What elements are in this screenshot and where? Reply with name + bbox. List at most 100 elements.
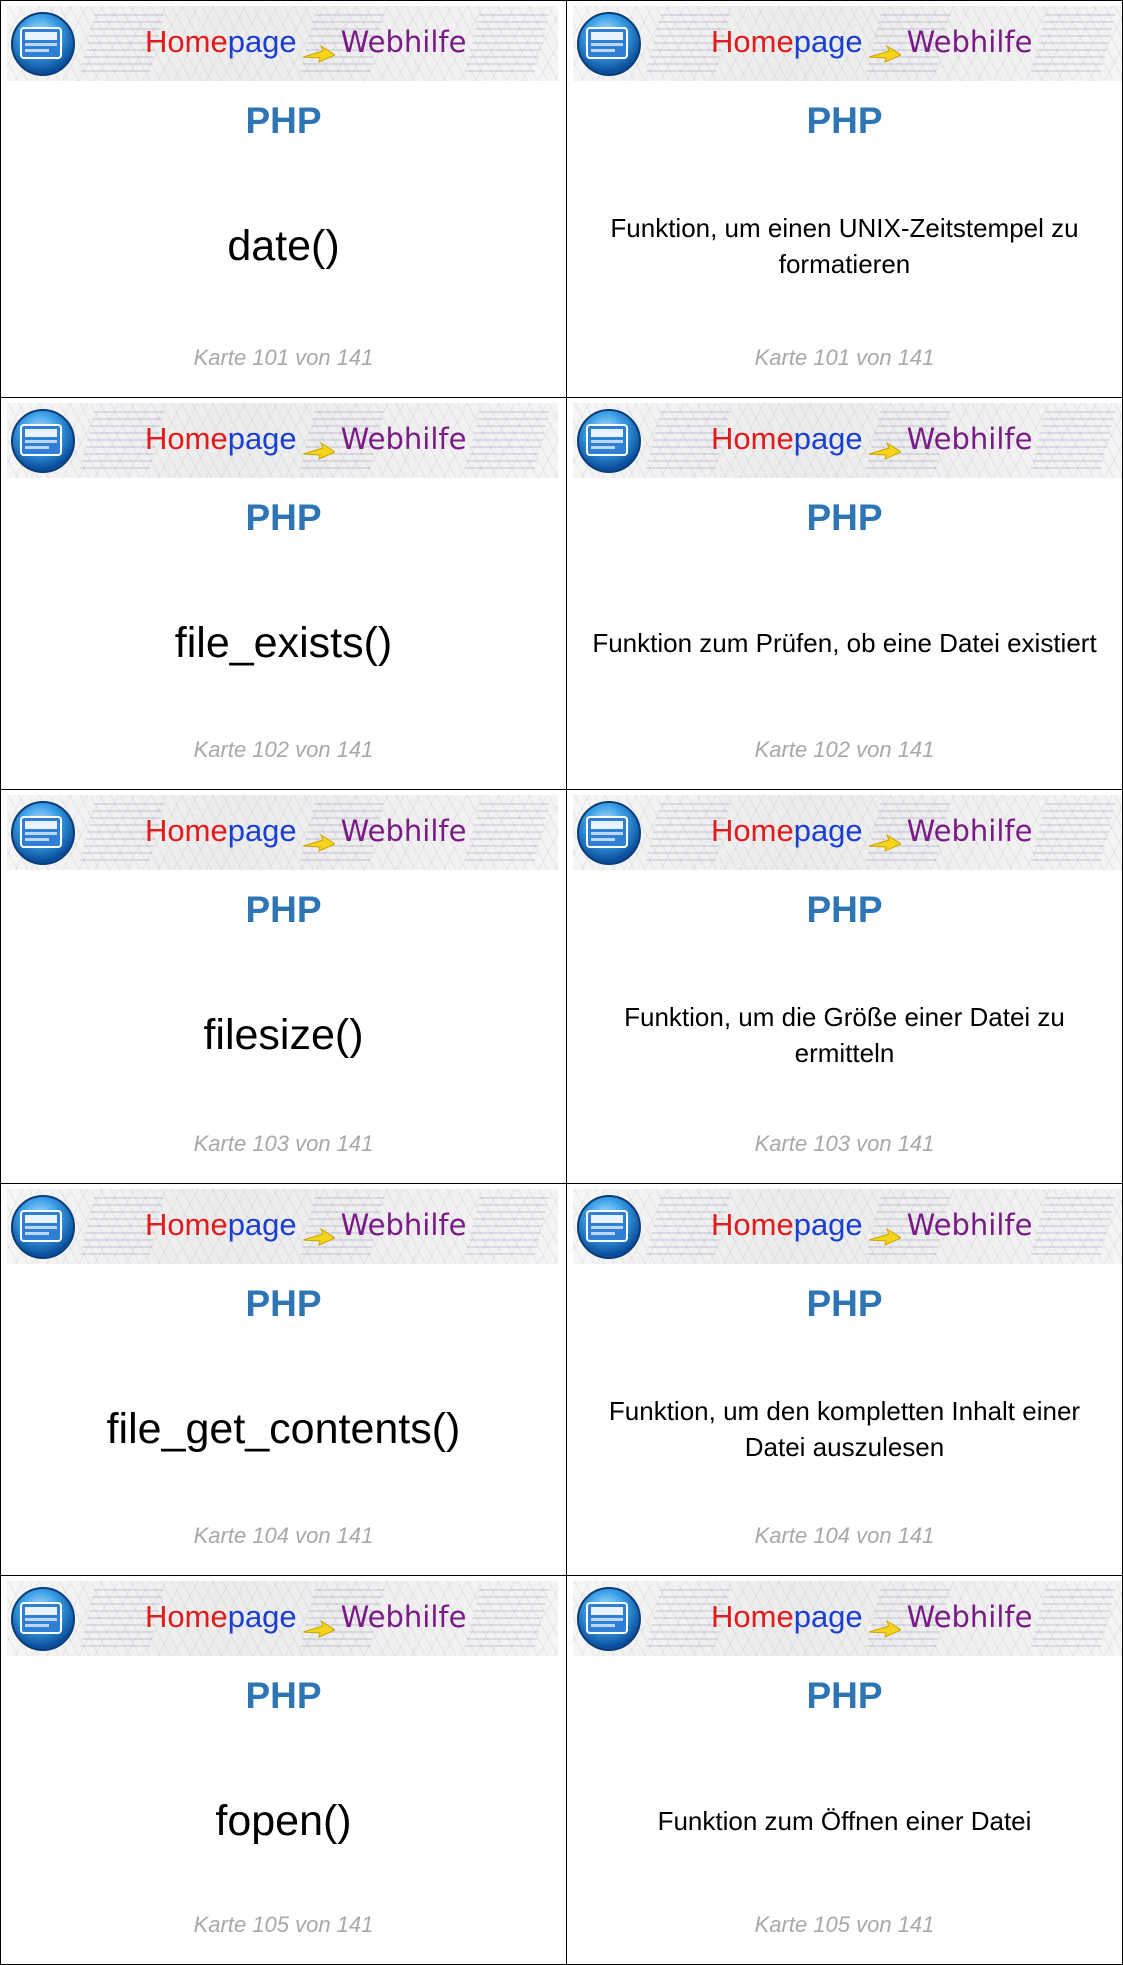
card-footer: Karte 101 von 141 <box>754 345 935 370</box>
brand-webhilfe: Webhilfe <box>340 422 467 456</box>
header-banner: Home page Webhilfe <box>573 403 1122 478</box>
brand-page: page <box>793 24 863 59</box>
card-front: Home page Webhilfe PHP file_get_contents()… <box>0 1184 566 1576</box>
brand-wordmark: Home page Webhilfe <box>711 1202 1032 1248</box>
logo-icon <box>575 1193 643 1261</box>
card-footer: Karte 101 von 141 <box>193 345 374 370</box>
card-description: Funktion zum Prüfen, ob eine Datei exist… <box>592 628 1097 658</box>
card-category: PHP <box>806 100 883 141</box>
brand-wordmark: Home page Webhilfe <box>145 19 466 65</box>
brand-home: Home <box>711 421 794 456</box>
card-category: PHP <box>245 497 322 538</box>
card-footer: Karte 103 von 141 <box>193 1131 374 1156</box>
card-category: PHP <box>806 497 883 538</box>
header-banner: Home page Webhilfe <box>573 1189 1122 1264</box>
brand-webhilfe: Webhilfe <box>340 1208 467 1242</box>
brand-wordmark: Home page Webhilfe <box>711 416 1032 462</box>
logo-icon <box>575 799 643 867</box>
card-term: filesize() <box>203 1011 364 1059</box>
card-back: Home page Webhilfe PHP Funktion, um einen … <box>566 1 1123 398</box>
header-banner: Home page Webhilfe <box>573 1581 1122 1656</box>
logo-icon <box>9 799 77 867</box>
brand-wordmark: Home page Webhilfe <box>145 808 466 854</box>
card-footer: Karte 102 von 141 <box>754 737 935 762</box>
brand-webhilfe: Webhilfe <box>340 814 467 848</box>
card-description: Funktion, um die Größe einer Datei zu er… <box>624 1002 1065 1068</box>
card-category: PHP <box>806 1283 883 1324</box>
header-banner: Home page Webhilfe <box>7 795 558 870</box>
brand-home: Home <box>145 1599 228 1634</box>
brand-webhilfe: Webhilfe <box>906 1600 1033 1634</box>
card-category: PHP <box>245 1283 322 1324</box>
logo-icon <box>9 407 77 475</box>
arrow-icon <box>868 821 902 852</box>
card-category: PHP <box>245 889 322 930</box>
brand-wordmark: Home page Webhilfe <box>711 808 1032 854</box>
card-category: PHP <box>245 1675 322 1716</box>
brand-home: Home <box>145 421 228 456</box>
card-category: PHP <box>806 1675 883 1716</box>
brand-page: page <box>793 813 863 848</box>
header-banner: Home page Webhilfe <box>573 6 1122 81</box>
card-description: Funktion, um den kompletten Inhalt einer… <box>608 1396 1081 1462</box>
card-term: file_get_contents() <box>106 1405 461 1453</box>
brand-webhilfe: Webhilfe <box>906 422 1033 456</box>
logo-icon <box>9 1585 77 1653</box>
brand-wordmark: Home page Webhilfe <box>145 416 466 462</box>
brand-page: page <box>793 421 863 456</box>
brand-webhilfe: Webhilfe <box>906 1208 1033 1242</box>
card-term: file_exists() <box>174 619 393 667</box>
card-back: Home page Webhilfe PHP Funktion zum Prüfen… <box>566 398 1123 790</box>
brand-page: page <box>227 813 297 848</box>
arrow-icon <box>868 1215 902 1246</box>
header-banner: Home page Webhilfe <box>7 1189 558 1264</box>
card-back: Home page Webhilfe PHP Funktion, um den ko… <box>566 1184 1123 1576</box>
card-footer: Karte 103 von 141 <box>754 1131 935 1156</box>
brand-webhilfe: Webhilfe <box>340 1600 467 1634</box>
card-footer: Karte 105 von 141 <box>754 1912 935 1937</box>
logo-icon <box>575 1585 643 1653</box>
card-term: date() <box>227 222 340 270</box>
card-term: fopen() <box>215 1797 352 1845</box>
header-banner: Home page Webhilfe <box>7 403 558 478</box>
brand-home: Home <box>145 1207 228 1242</box>
brand-page: page <box>227 1599 297 1634</box>
card-category: PHP <box>806 889 883 930</box>
brand-wordmark: Home page Webhilfe <box>711 19 1032 65</box>
flashcard-grid: Home page Webhilfe PHP date() Karte 101 vo… <box>0 0 1123 1965</box>
brand-webhilfe: Webhilfe <box>906 25 1033 59</box>
header-banner: Home page Webhilfe <box>7 6 558 81</box>
card-front: Home page Webhilfe PHP file_exists() Karte… <box>0 398 566 790</box>
arrow-icon <box>302 1607 336 1638</box>
brand-page: page <box>227 421 297 456</box>
arrow-icon <box>868 429 902 460</box>
card-footer: Karte 104 von 141 <box>754 1523 935 1548</box>
card-footer: Karte 102 von 141 <box>193 737 374 762</box>
header-banner: Home page Webhilfe <box>573 795 1122 870</box>
arrow-icon <box>302 1215 336 1246</box>
brand-home: Home <box>145 813 228 848</box>
header-banner: Home page Webhilfe <box>7 1581 558 1656</box>
brand-page: page <box>227 24 297 59</box>
brand-home: Home <box>711 1599 794 1634</box>
card-description: Funktion, um einen UNIX-Zeitstempel zu f… <box>610 213 1079 279</box>
brand-webhilfe: Webhilfe <box>906 814 1033 848</box>
arrow-icon <box>302 32 336 63</box>
card-back: Home page Webhilfe PHP Funktion zum Öffnen… <box>566 1576 1123 1965</box>
card-front: Home page Webhilfe PHP fopen() Karte 105 v… <box>0 1576 566 1965</box>
arrow-icon <box>302 429 336 460</box>
arrow-icon <box>868 1607 902 1638</box>
brand-home: Home <box>711 1207 794 1242</box>
brand-home: Home <box>711 813 794 848</box>
card-footer: Karte 105 von 141 <box>193 1912 374 1937</box>
card-category: PHP <box>245 100 322 141</box>
card-back: Home page Webhilfe PHP Funktion, um die Gr… <box>566 790 1123 1184</box>
brand-home: Home <box>711 24 794 59</box>
card-footer: Karte 104 von 141 <box>193 1523 374 1548</box>
brand-wordmark: Home page Webhilfe <box>145 1202 466 1248</box>
logo-icon <box>575 10 643 78</box>
brand-wordmark: Home page Webhilfe <box>145 1594 466 1640</box>
flashcard-sheet: Home page Webhilfe PHP date() Karte 101 vo… <box>0 0 1123 1965</box>
brand-webhilfe: Webhilfe <box>340 25 467 59</box>
card-description: Funktion zum Öffnen einer Datei <box>657 1806 1032 1836</box>
